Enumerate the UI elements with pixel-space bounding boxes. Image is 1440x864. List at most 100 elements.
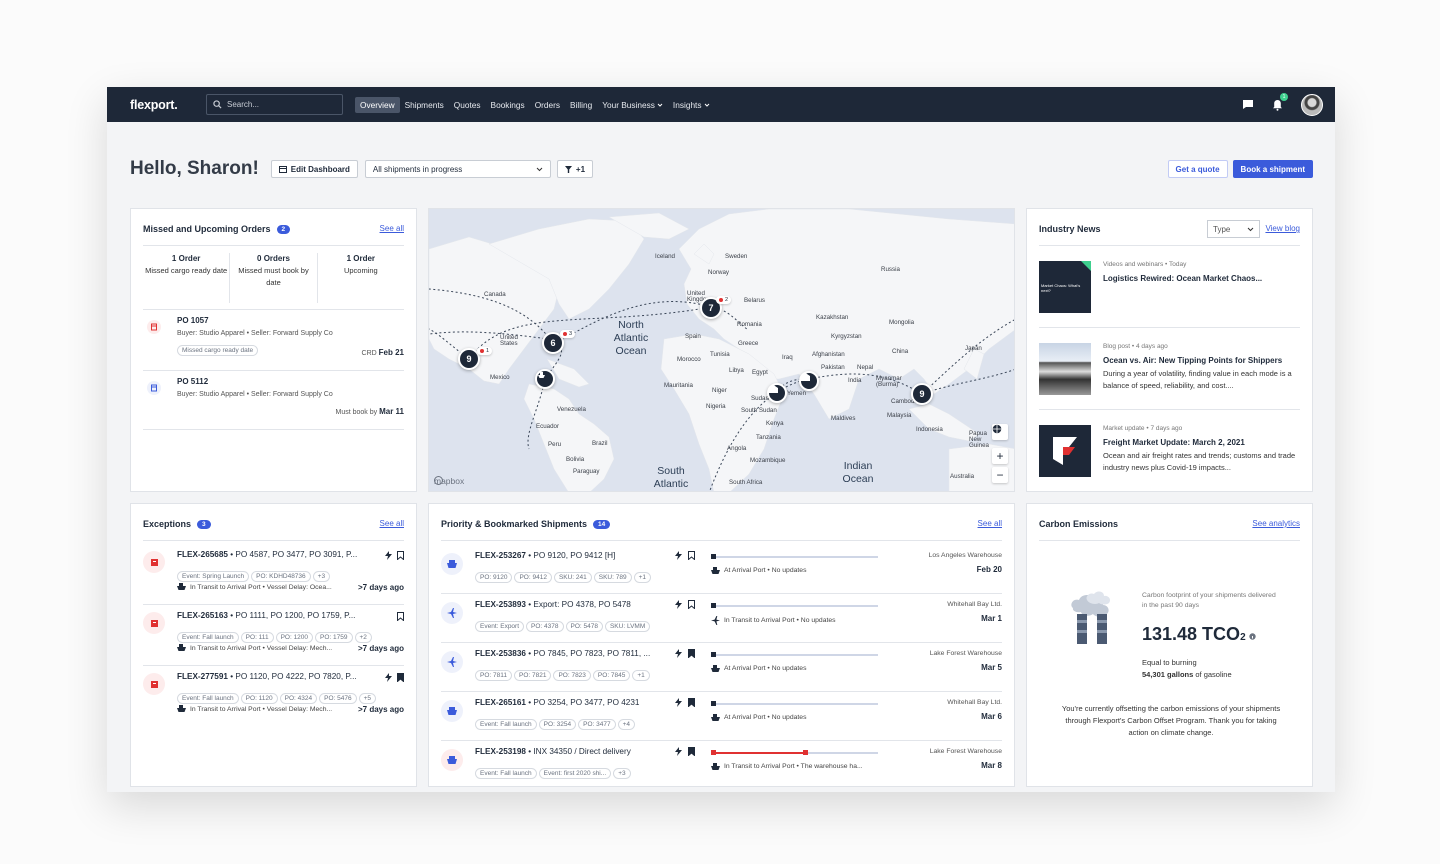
alert-pill[interactable]: 2 [716,296,731,304]
port-marker[interactable] [535,369,555,389]
avatar[interactable] [1301,94,1323,116]
view-blog-link[interactable]: View blog [1265,224,1300,233]
get-quote-button[interactable]: Get a quote [1168,160,1228,178]
nav-overview[interactable]: Overview [355,97,400,113]
shipment-tag: +3 [313,571,330,582]
shipment-cluster[interactable]: 9 [911,383,933,405]
zoom-out-button[interactable]: − [992,467,1008,483]
shipment-tag: Event: Spring Launch [177,571,249,582]
shipment-row[interactable]: FLEX-253836 • PO 7845, PO 7823, PO 7811,… [441,646,1002,695]
see-analytics-link[interactable]: See analytics [1252,519,1300,528]
shipment-row[interactable]: FLEX-253893 • Export: PO 4378, PO 5478 E… [441,597,1002,646]
shipment-map[interactable]: Iceland Sweden Norway Russia Canada Unit… [428,208,1015,492]
exception-row[interactable]: FLEX-277591 • PO 1120, PO 4222, PO 7820,… [143,670,404,730]
ship-icon [447,707,457,715]
mapbox-attribution[interactable]: mapbox [434,476,464,486]
nav-bookings[interactable]: Bookings [486,97,530,113]
exception-tags: Event: Fall launchPO: 1120PO: 4324PO: 54… [177,687,378,705]
shipment-tag: Event: first 2020 shi... [539,768,612,779]
stat-missed-cargo[interactable]: 1 OrderMissed cargo ready date [143,253,229,303]
exception-row[interactable]: FLEX-265163 • PO 1111, PO 1200, PO 1759,… [143,609,404,669]
card-title: Missed and Upcoming Orders2 [143,224,290,234]
flexport-logo[interactable]: flexport. [130,98,206,112]
order-row[interactable]: PO 1057 Buyer: Studio Apparel • Seller: … [143,316,404,368]
notifications-button[interactable]: 1 [1272,99,1283,111]
bookmark-icon[interactable] [397,551,404,560]
shipment-destination: Los Angeles Warehouse [929,552,1002,559]
lightning-icon[interactable] [385,673,392,682]
shipment-filter-select[interactable]: All shipments in progress [365,160,551,178]
news-item[interactable]: Market update • 7 days ago Freight Marke… [1039,425,1300,497]
news-item[interactable]: Blog post • 4 days ago Ocean vs. Air: Ne… [1039,343,1300,415]
bookmark-icon[interactable] [397,673,404,682]
lightning-icon[interactable] [385,551,392,560]
zoom-in-button[interactable]: + [992,448,1008,464]
news-item[interactable]: Market Chaos: What's next? Videos and we… [1039,261,1300,333]
exception-row[interactable]: FLEX-265685 • PO 4587, PO 3477, PO 3091,… [143,548,404,608]
shipment-tags: Event: Fall launchPO: 3254PO: 3477+4 [475,713,637,731]
shipment-title[interactable]: FLEX-253198 • INX 34350 / Direct deliver… [475,747,669,756]
book-shipment-button[interactable]: Book a shipment [1233,160,1313,178]
lightning-icon[interactable] [675,649,682,658]
chat-icon[interactable] [1242,99,1254,110]
filter-button[interactable]: +1 [557,160,593,178]
flexport-mark-icon [1039,425,1091,477]
shipment-tag: +5 [359,693,376,704]
edit-dashboard-button[interactable]: Edit Dashboard [271,160,358,178]
map-label: Malaysia [887,412,911,419]
shipment-title[interactable]: FLEX-253893 • Export: PO 4378, PO 5478 [475,600,669,609]
shipment-status: At Arrival Port • No updates [711,714,891,721]
see-all-link[interactable]: See all [380,519,404,528]
alert-pill[interactable]: 3 [560,330,575,338]
shipment-tag: PO: KDHD48736 [251,571,311,582]
shipment-title[interactable]: FLEX-253267 • PO 9120, PO 9412 [H] [475,551,669,560]
ocean-label: Indian Ocean [831,460,885,486]
see-all-link[interactable]: See all [978,519,1002,528]
shipment-title[interactable]: FLEX-253836 • PO 7845, PO 7823, PO 7811,… [475,649,669,658]
header-actions: Get a quote Book a shipment [1168,160,1313,178]
airplane-icon [447,608,457,618]
search-input[interactable]: Search... [206,94,343,115]
shipment-row[interactable]: FLEX-253267 • PO 9120, PO 9412 [H] PO: 9… [441,548,1002,597]
exception-title[interactable]: FLEX-265163 • PO 1111, PO 1200, PO 1759,… [177,611,377,620]
shipment-title[interactable]: FLEX-265161 • PO 3254, PO 3477, PO 4231 [475,698,669,707]
page-title: Hello, Sharon! [130,158,259,180]
stat-upcoming[interactable]: 1 OrderUpcoming [317,253,404,303]
shipment-tag: PO: 5478 [566,621,603,632]
nav-insights[interactable]: Insights [668,97,715,113]
info-icon[interactable] [1249,633,1256,640]
lightning-icon[interactable] [675,747,682,756]
nav-your-business[interactable]: Your Business [597,97,668,113]
news-thumbnail: Market Chaos: What's next? [1039,261,1091,313]
missed-title: Missed and Upcoming Orders [143,224,271,234]
bookmark-icon[interactable] [688,649,695,658]
shipment-row[interactable]: FLEX-253198 • INX 34350 / Direct deliver… [441,744,1002,792]
port-marker[interactable] [799,371,819,391]
alert-pill[interactable]: 1 [477,347,492,355]
exception-title[interactable]: FLEX-277591 • PO 1120, PO 4222, PO 7820,… [177,672,377,681]
nav-billing[interactable]: Billing [565,97,597,113]
shipment-tag: Event: Fall launch [177,693,239,704]
news-type-select[interactable]: Type [1207,220,1260,238]
see-all-link[interactable]: See all [380,224,404,233]
lightning-icon[interactable] [675,551,682,560]
shipment-mode-icon [441,749,463,771]
shipment-date: Feb 20 [977,565,1002,574]
order-row[interactable]: PO 5112 Buyer: Studio Apparel • Seller: … [143,377,404,429]
lightning-icon[interactable] [675,600,682,609]
shipment-row[interactable]: FLEX-265161 • PO 3254, PO 3477, PO 4231 … [441,695,1002,744]
exception-title[interactable]: FLEX-265685 • PO 4587, PO 3477, PO 3091,… [177,550,377,559]
bookmark-icon[interactable] [688,698,695,707]
map-label: Belarus [744,297,765,304]
port-marker[interactable] [767,383,787,403]
nav-quotes[interactable]: Quotes [449,97,486,113]
bookmark-icon[interactable] [688,600,695,609]
nav-shipments[interactable]: Shipments [400,97,449,113]
stat-missed-book[interactable]: 0 OrdersMissed must book by date [229,253,316,303]
bookmark-icon[interactable] [688,747,695,756]
globe-icon[interactable] [992,424,1008,440]
nav-orders[interactable]: Orders [530,97,565,113]
bookmark-icon[interactable] [688,551,695,560]
bookmark-icon[interactable] [397,612,404,621]
lightning-icon[interactable] [675,698,682,707]
